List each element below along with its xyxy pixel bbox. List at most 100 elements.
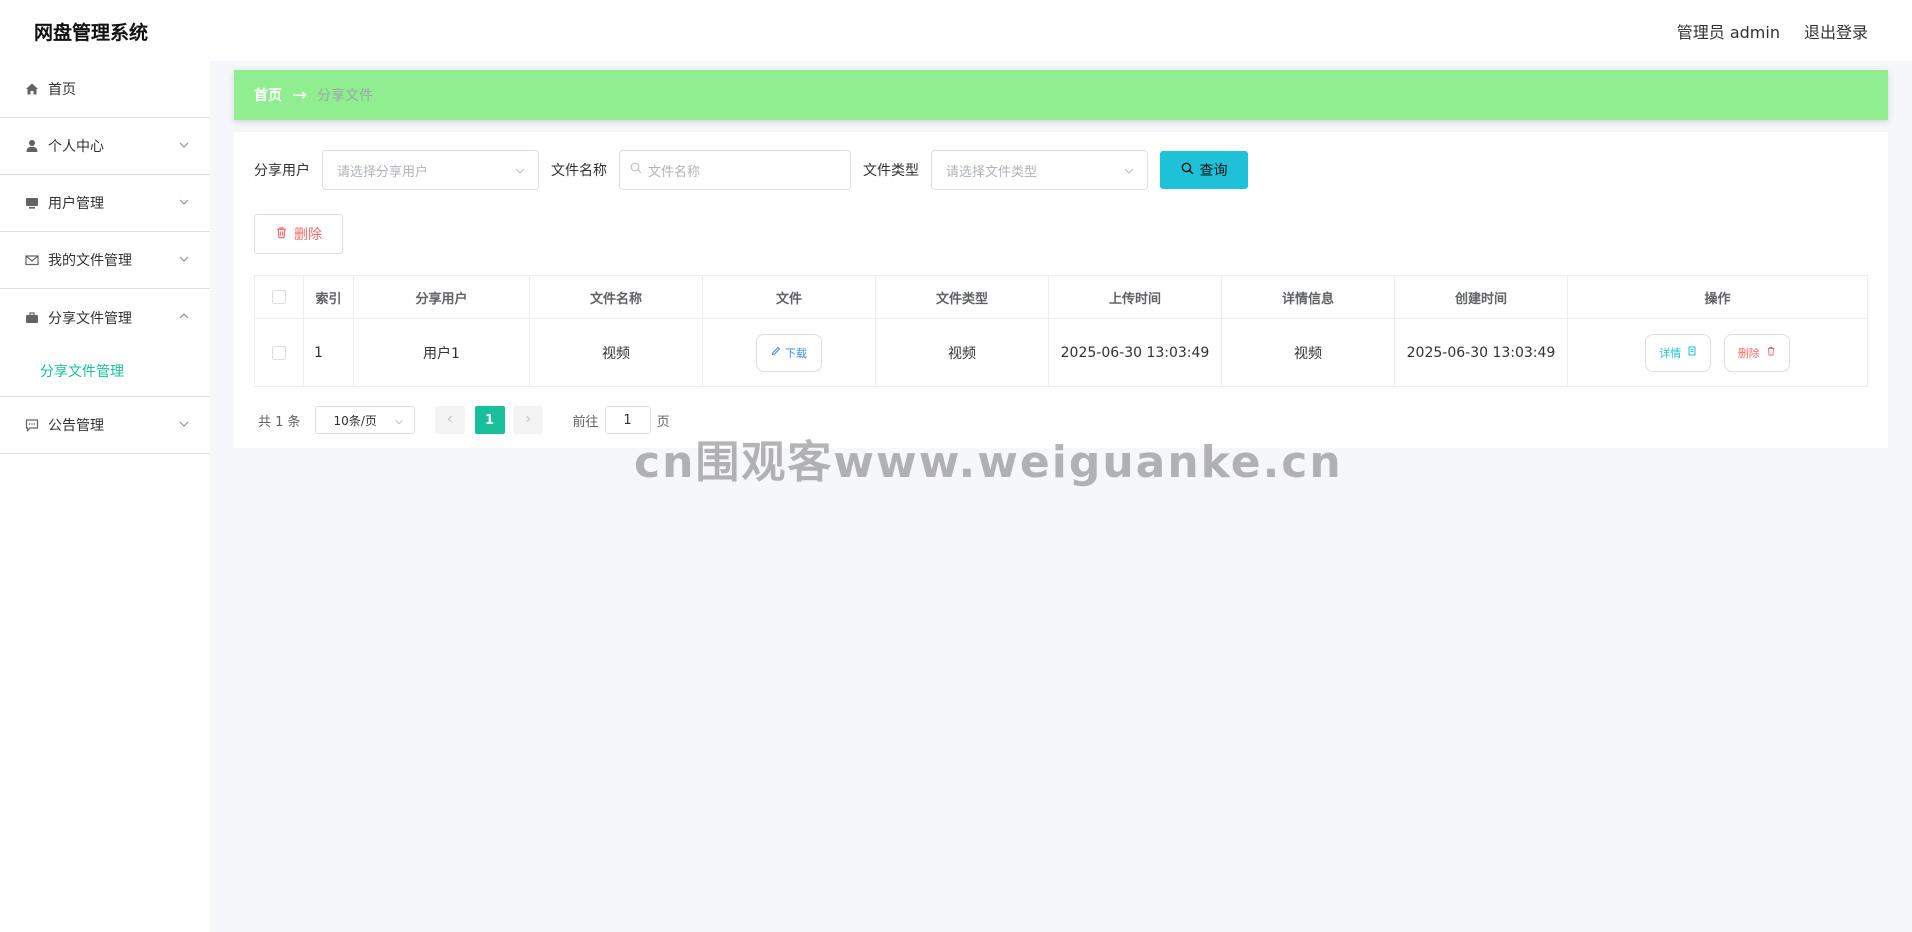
table-row: 1 用户1 视频 下载 视频 2025-06-30 13:03:49 视频 20… (254, 318, 1868, 387)
sidebar-item-home[interactable]: 首页 (0, 61, 210, 118)
header-actions: 管理员 admin 退出登录 (1677, 19, 1868, 43)
cell-detail-info: 视频 (1221, 318, 1395, 387)
chevron-left-icon (445, 413, 455, 428)
breadcrumb-separator: → (292, 84, 308, 106)
sidebar-item-user-management[interactable]: 用户管理 (0, 175, 210, 232)
cell-file-type: 视频 (875, 318, 1049, 387)
detail-button-label: 详情 (1659, 346, 1682, 360)
column-header: 文件类型 (875, 275, 1049, 319)
sidebar-item-label: 分享文件管理 (48, 310, 132, 327)
page-size-value: 10条/页 (333, 413, 377, 428)
file-name-input[interactable]: 文件名称 (619, 150, 851, 190)
bulk-delete-label: 删除 (294, 227, 322, 243)
edit-icon (771, 346, 781, 359)
chevron-down-icon (178, 418, 190, 430)
trash-icon (1766, 346, 1776, 359)
file-type-label: 文件类型 (863, 163, 919, 179)
cell-file-name: 视频 (529, 318, 703, 387)
query-button[interactable]: 查询 (1160, 151, 1248, 189)
sidebar-item-personal-center[interactable]: 个人中心 (0, 118, 210, 175)
sidebar-item-label: 我的文件管理 (48, 253, 132, 269)
row-checkbox[interactable] (272, 345, 286, 360)
file-name-label: 文件名称 (551, 163, 607, 179)
sidebar-item-label: 个人中心 (48, 139, 104, 155)
sidebar-item-my-files[interactable]: 我的文件管理 (0, 232, 210, 289)
monitor-icon (24, 195, 40, 211)
mail-icon (24, 252, 40, 268)
sidebar: 首页 个人中心 用户管理 我的文件管理 分享文件管理 分享文件管理 公告管理 (0, 61, 210, 932)
page-number-current[interactable]: 1 (474, 406, 505, 434)
pagination: 共 1 条 10条/页 1 前往 1 页 (258, 406, 670, 434)
column-header: 创建时间 (1394, 275, 1568, 319)
sidebar-item-label: 公告管理 (48, 418, 104, 434)
home-icon (24, 81, 40, 97)
current-user-label: 管理员 admin (1676, 23, 1780, 42)
share-user-select[interactable]: 请选择分享用户 (322, 150, 539, 190)
file-type-select[interactable]: 请选择文件类型 (931, 150, 1148, 190)
watermark: cn围观客www.weiguanke.cn (634, 437, 1343, 488)
column-header: 索引 (303, 275, 354, 319)
file-type-placeholder: 请选择文件类型 (946, 164, 1038, 180)
detail-button[interactable]: 详情 (1645, 333, 1712, 372)
top-header: 网盘管理系统 管理员 admin 退出登录 (0, 0, 1912, 61)
sidebar-item-announcements[interactable]: 公告管理 (0, 397, 210, 454)
row-delete-label: 删除 (1737, 346, 1760, 360)
breadcrumb-home[interactable]: 首页 (254, 85, 282, 105)
share-user-placeholder: 请选择分享用户 (337, 164, 429, 180)
search-icon (1181, 162, 1194, 179)
sidebar-group-share-files: 分享文件管理 分享文件管理 (0, 289, 210, 397)
chevron-down-icon (178, 139, 190, 151)
column-header: 上传时间 (1048, 275, 1222, 319)
query-button-label: 查询 (1199, 163, 1228, 179)
bulk-delete-button[interactable]: 删除 (254, 214, 343, 254)
cell-create-time: 2025-06-30 13:03:49 (1394, 318, 1568, 387)
user-icon (24, 138, 40, 154)
row-delete-button[interactable]: 删除 (1723, 333, 1790, 372)
document-icon (1687, 346, 1697, 359)
search-form: 分享用户 请选择分享用户 文件名称 文件名称 文件类型 请选择文件类型 查询 (254, 150, 1248, 190)
row-select[interactable] (254, 318, 304, 387)
chevron-down-icon (178, 196, 190, 208)
file-name-placeholder: 文件名称 (648, 164, 701, 180)
prev-page-button[interactable] (434, 406, 465, 434)
sidebar-item-share-files[interactable]: 分享文件管理 (0, 289, 210, 346)
content-panel: 分享用户 请选择分享用户 文件名称 文件名称 文件类型 请选择文件类型 查询 删… (234, 132, 1888, 448)
sidebar-item-label: 首页 (48, 82, 76, 98)
chevron-down-icon (1123, 165, 1135, 177)
shared-files-table: 索引 分享用户 文件名称 文件 文件类型 上传时间 详情信息 创建时间 操作 1… (254, 275, 1868, 387)
header-select-all[interactable] (254, 275, 304, 319)
cell-upload-time: 2025-06-30 13:03:49 (1048, 318, 1222, 387)
pagination-total: 共 1 条 (258, 414, 301, 430)
goto-prefix: 前往 (572, 414, 599, 430)
select-all-checkbox[interactable] (272, 290, 286, 304)
cell-actions: 详情 删除 (1567, 318, 1868, 387)
cell-file: 下载 (702, 318, 876, 387)
column-header: 文件 (702, 275, 876, 319)
chevron-down-icon (178, 253, 190, 265)
share-user-label: 分享用户 (254, 163, 310, 179)
trash-icon (275, 226, 288, 243)
chevron-down-icon (514, 165, 526, 177)
chat-icon (24, 417, 40, 433)
cell-index: 1 (303, 318, 354, 387)
chevron-down-icon (394, 416, 404, 426)
briefcase-icon (24, 310, 40, 326)
logout-link[interactable]: 退出登录 (1804, 19, 1868, 43)
sidebar-subitem-share-files[interactable]: 分享文件管理 (0, 346, 210, 396)
chevron-right-icon (523, 413, 533, 428)
download-button-label: 下载 (785, 346, 807, 360)
table-header-row: 索引 分享用户 文件名称 文件 文件类型 上传时间 详情信息 创建时间 操作 (254, 275, 1868, 319)
chevron-up-icon (178, 310, 190, 322)
cell-user: 用户1 (353, 318, 530, 387)
main-content: 首页 → 分享文件 分享用户 请选择分享用户 文件名称 文件名称 文件类型 请选… (234, 70, 1888, 448)
search-icon (630, 162, 642, 178)
column-header: 分享用户 (353, 275, 530, 319)
download-button[interactable]: 下载 (756, 333, 822, 372)
next-page-button[interactable] (512, 406, 543, 434)
column-header: 操作 (1567, 275, 1868, 319)
page-size-select[interactable]: 10条/页 (314, 406, 415, 434)
column-header: 文件名称 (529, 275, 703, 319)
app-title: 网盘管理系统 (34, 22, 149, 44)
breadcrumb-current: 分享文件 (317, 88, 374, 104)
breadcrumb: 首页 → 分享文件 (234, 70, 1888, 120)
